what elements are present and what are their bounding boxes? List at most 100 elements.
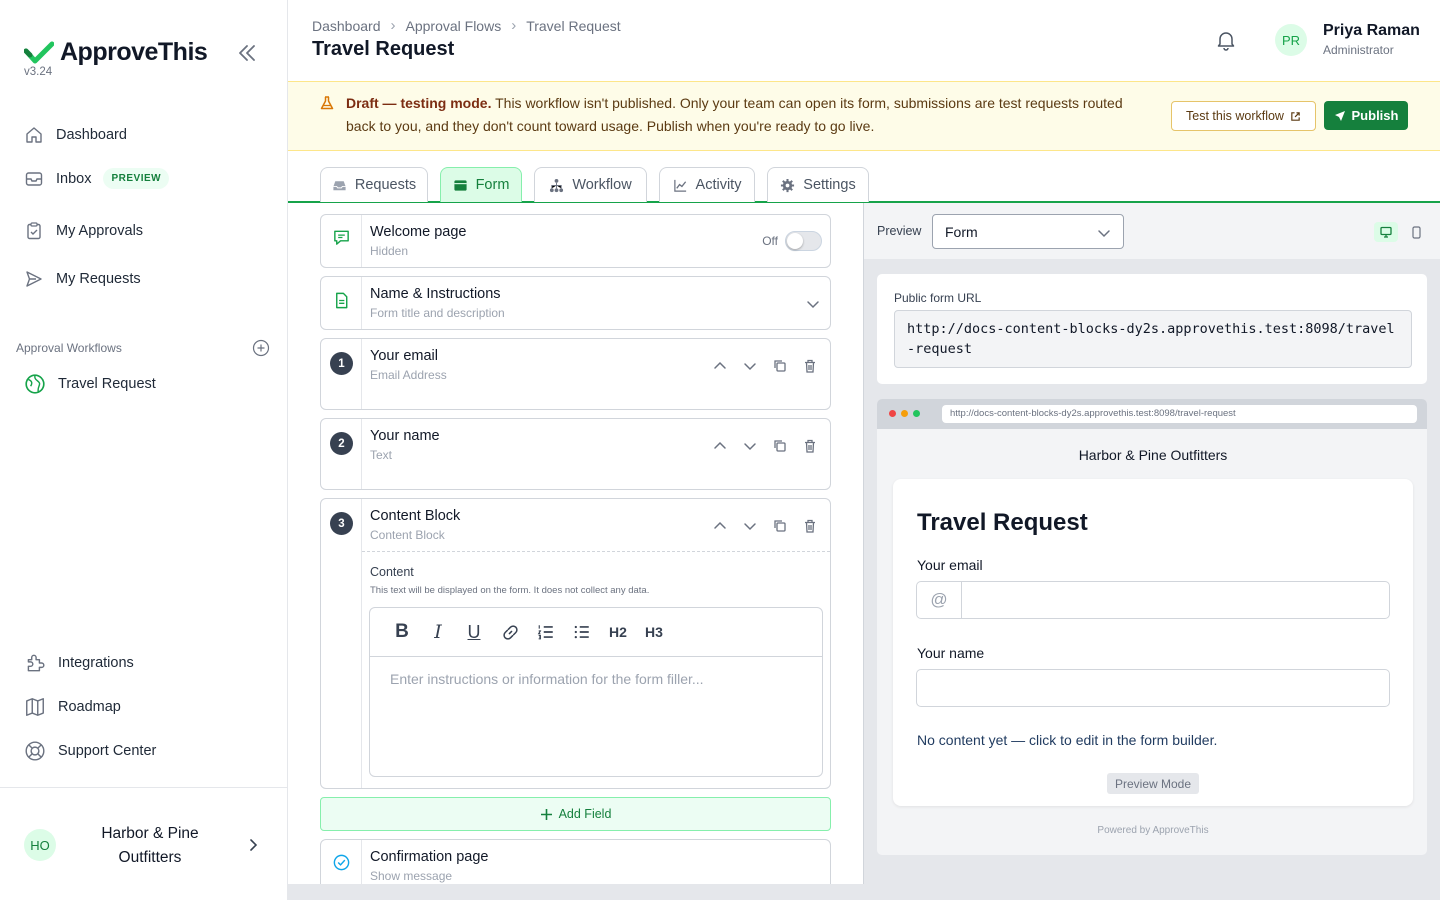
field-card-email[interactable]: 1 Your email Email Address — [320, 338, 831, 410]
sidebar-item-label: My Approvals — [56, 223, 144, 239]
link-button[interactable] — [492, 617, 528, 647]
globe-icon — [25, 374, 45, 394]
preview-mode-select[interactable]: Form — [932, 214, 1124, 249]
powered-by: Powered by ApproveThis — [1097, 825, 1209, 836]
mobile-icon — [1411, 225, 1421, 239]
tab-workflow[interactable]: Workflow — [534, 167, 647, 202]
org-switcher[interactable]: HO Harbor & Pine Outfitters — [0, 787, 287, 900]
underline-button[interactable]: U — [456, 617, 492, 647]
avatar[interactable]: PR — [1275, 24, 1307, 56]
heading-3-button[interactable]: H3 — [636, 617, 672, 647]
app-logo[interactable]: ApproveThis — [24, 38, 208, 67]
preview-content-note[interactable]: No content yet — click to edit in the fo… — [917, 732, 1217, 748]
collapse-sidebar-icon[interactable] — [236, 42, 258, 64]
sidebar: ApproveThis v3.24 Dashboard Inbox PREVIE… — [0, 0, 288, 900]
breadcrumb-approval-flows[interactable]: Approval Flows — [406, 18, 502, 34]
heading-2-button[interactable]: H2 — [600, 617, 636, 647]
app-name: ApproveThis — [60, 38, 208, 66]
sidebar-item-my-approvals[interactable]: My Approvals — [24, 221, 143, 241]
sidebar-item-dashboard[interactable]: Dashboard — [24, 125, 127, 145]
test-workflow-label: Test this workflow — [1186, 109, 1284, 123]
org-name: Harbor & Pine Outfitters — [101, 825, 199, 866]
close-dot — [889, 410, 896, 417]
welcome-page-card[interactable]: Welcome page Hidden Off — [320, 214, 831, 268]
publish-button[interactable]: Publish — [1324, 101, 1408, 130]
tab-form[interactable]: Form — [440, 167, 522, 202]
tab-activity[interactable]: Activity — [659, 167, 755, 202]
breadcrumb-dashboard[interactable]: Dashboard — [312, 18, 381, 34]
field-card-content-block[interactable]: 3 Content Block Content Block Content Th… — [320, 498, 831, 789]
editor-placeholder[interactable]: Enter instructions or information for th… — [390, 671, 704, 687]
welcome-page-toggle[interactable] — [785, 231, 822, 251]
tab-settings[interactable]: Settings — [767, 167, 869, 202]
tab-requests[interactable]: Requests — [320, 167, 428, 202]
trash-icon[interactable] — [802, 358, 818, 374]
move-down-icon[interactable] — [742, 358, 758, 374]
field-number: 2 — [330, 432, 353, 455]
sidebar-item-integrations[interactable]: Integrations — [24, 652, 134, 674]
field-card-name[interactable]: 2 Your name Text — [320, 418, 831, 490]
rich-text-editor[interactable]: B I U H2 H3 Enter instructions or inform… — [369, 607, 823, 777]
sidebar-item-my-requests[interactable]: My Requests — [24, 269, 141, 289]
public-url-field[interactable]: http://docs-content-blocks-dy2s.approvet… — [894, 310, 1412, 368]
instructions-card[interactable]: Name & Instructions Form title and descr… — [320, 276, 831, 330]
trash-icon[interactable] — [802, 518, 818, 534]
sidebar-item-roadmap[interactable]: Roadmap — [24, 696, 121, 718]
editor-toolbar: B I U H2 H3 — [370, 608, 822, 657]
field-title: Your name — [370, 428, 440, 444]
content-help-text: This text will be displayed on the form.… — [370, 585, 650, 596]
form-icon — [453, 179, 467, 191]
home-icon — [26, 127, 42, 143]
move-up-icon[interactable] — [712, 438, 728, 454]
trash-icon[interactable] — [802, 438, 818, 454]
add-workflow-icon[interactable] — [252, 339, 270, 357]
preview-form: Travel Request Your email @ Your name No… — [893, 479, 1413, 806]
plus-icon — [540, 808, 552, 820]
card-title: Welcome page — [370, 224, 467, 240]
breadcrumb-current[interactable]: Travel Request — [526, 18, 620, 34]
chevron-right-icon[interactable] — [245, 837, 261, 853]
duplicate-icon[interactable] — [772, 438, 788, 454]
add-field-button[interactable]: Add Field — [320, 797, 831, 831]
move-up-icon[interactable] — [712, 358, 728, 374]
field-type: Text — [370, 448, 393, 462]
move-down-icon[interactable] — [742, 518, 758, 534]
breadcrumb: Dashboard › Approval Flows › Travel Requ… — [312, 17, 621, 34]
card-title: Name & Instructions — [370, 286, 501, 302]
flask-icon — [320, 96, 334, 110]
italic-button[interactable]: I — [420, 617, 456, 647]
desktop-view-button[interactable] — [1374, 222, 1398, 242]
chevron-down-icon[interactable] — [806, 297, 820, 311]
test-workflow-button[interactable]: Test this workflow — [1171, 101, 1316, 131]
move-down-icon[interactable] — [742, 438, 758, 454]
confirmation-page-card[interactable]: Confirmation page Show message — [320, 839, 831, 884]
at-sign-icon: @ — [917, 582, 962, 618]
card-title: Confirmation page — [370, 849, 489, 865]
card-subtitle: Show message — [370, 869, 453, 883]
gear-icon — [781, 178, 795, 192]
sidebar-item-travel-request[interactable]: Travel Request — [24, 373, 156, 395]
bell-icon[interactable] — [1215, 29, 1237, 51]
field-type: Content Block — [370, 528, 445, 542]
move-up-icon[interactable] — [712, 518, 728, 534]
duplicate-icon[interactable] — [772, 518, 788, 534]
bullet-list-button[interactable] — [564, 617, 600, 647]
ordered-list-button[interactable] — [528, 617, 564, 647]
sidebar-item-support-center[interactable]: Support Center — [24, 740, 156, 762]
preview-email-input[interactable]: @ — [916, 581, 1390, 619]
rocket-icon — [1334, 110, 1345, 121]
mobile-view-button[interactable] — [1409, 222, 1423, 242]
field-actions — [712, 438, 818, 454]
bold-button[interactable]: B — [384, 617, 420, 647]
divider — [362, 551, 830, 552]
clipboard-check-icon — [27, 222, 41, 240]
banner-strong: Draft — testing mode. — [346, 95, 492, 111]
ordered-list-icon — [537, 625, 553, 640]
inbox-tray-icon — [333, 180, 346, 190]
field-number: 1 — [330, 352, 353, 375]
card-subtitle: Form title and description — [370, 306, 505, 320]
sidebar-item-inbox[interactable]: Inbox PREVIEW — [24, 168, 170, 189]
user-name[interactable]: Priya Raman — [1323, 22, 1420, 40]
duplicate-icon[interactable] — [772, 358, 788, 374]
preview-name-input[interactable] — [916, 669, 1390, 707]
